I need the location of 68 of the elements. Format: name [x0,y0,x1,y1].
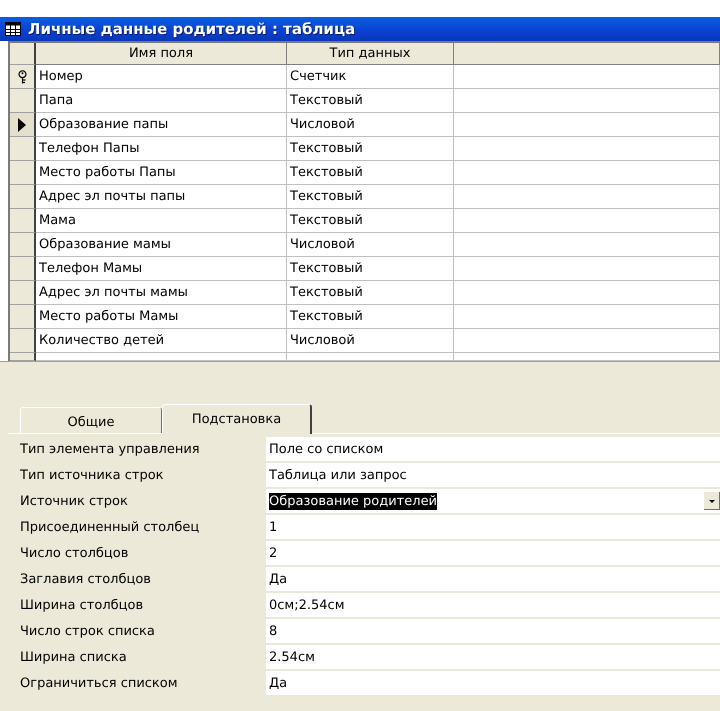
property-value-field[interactable]: Да [266,671,720,695]
table-cell: Мама [36,209,287,233]
row-selector-header [10,43,36,65]
table-cell: Текстовый [287,281,454,305]
column-header[interactable]: Тип данных [287,43,454,65]
property-label: Ширина списка [19,650,128,664]
column-header[interactable]: Имя поля [36,43,287,65]
table-cell: Текстовый [287,161,454,185]
property-value-field[interactable]: Поле со списком [266,437,720,461]
table-icon [5,22,21,36]
property-label: Число строк списка [19,624,156,638]
property-value-field[interactable]: 2 [266,541,720,565]
table-cell: Текстовый [287,185,454,209]
property-value-field[interactable]: 1 [266,515,720,539]
tab[interactable]: Общие [20,407,162,433]
property-label: Заглавия столбцов [19,572,152,586]
table-cell: Образование папы [36,113,287,137]
row-selector[interactable] [10,161,36,185]
property-label: Ширина столбцов [19,598,144,612]
table-cell: Адрес эл почты папы [36,185,287,209]
property-value-field[interactable]: Да [266,567,720,591]
table-cell: Телефон Мамы [36,257,287,281]
current-row-arrow-icon [18,118,26,132]
table-cell: Текстовый [287,137,454,161]
property-label: Ограничиться списком [19,676,179,690]
table-cell: Номер [36,65,287,89]
key-icon [18,70,26,84]
row-selector[interactable] [10,233,36,257]
property-label: Число столбцов [19,546,130,560]
table-cell: Текстовый [287,305,454,329]
row-selector[interactable] [10,137,36,161]
table-cell: Адрес эл почты мамы [36,281,287,305]
row-selector[interactable] [10,353,36,361]
table-cell: Образование мамы [36,233,287,257]
table-cell: Телефон Папы [36,137,287,161]
property-label: Источник строк [19,494,129,508]
column-header[interactable] [454,43,720,65]
property-value-field[interactable]: 0см;2.54см [266,593,720,617]
dropdown-arrow-icon[interactable] [704,492,720,510]
property-label: Тип элемента управления [19,442,201,456]
table-cell: Количество детей [36,329,287,353]
table-cell: Место работы Папы [36,161,287,185]
row-selector[interactable] [10,185,36,209]
row-selector[interactable] [10,305,36,329]
row-selector[interactable] [10,257,36,281]
window-title: Личные данные родителей : таблица [28,20,356,38]
row-selector[interactable] [10,89,36,113]
row-selector[interactable] [10,329,36,353]
table-cell: Текстовый [287,89,454,113]
tab[interactable]: Подстановка [162,404,312,434]
row-selector[interactable] [10,281,36,305]
property-value-field[interactable]: Образование родителей [266,489,720,513]
table-cell: Числовой [287,113,454,137]
property-value-field[interactable]: 2.54см [266,645,720,669]
table-cell: Место работы Мамы [36,305,287,329]
table-cell: Текстовый [287,257,454,281]
property-label: Присоединенный столбец [19,520,200,534]
row-selector[interactable] [10,113,36,137]
table-cell: Текстовый [287,209,454,233]
table-cell: Числовой [287,329,454,353]
property-label: Тип источника строк [19,468,165,482]
row-selector[interactable] [10,209,36,233]
row-selector[interactable] [10,65,36,89]
property-value-field[interactable]: 8 [266,619,720,643]
table-cell: Папа [36,89,287,113]
table-cell: Числовой [287,233,454,257]
property-value-field[interactable]: Таблица или запрос [266,463,720,487]
table-cell: Счетчик [287,65,454,89]
